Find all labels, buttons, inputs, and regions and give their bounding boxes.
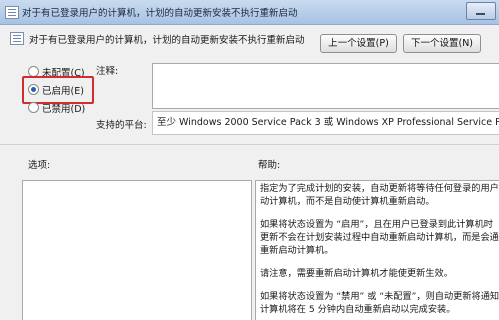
comment-label: 注释:	[96, 66, 119, 77]
help-line: 计算机将在 5 分钟内自动重新启动以完成安装。	[260, 304, 456, 315]
help-line: 请注意，需要重新启动计算机才能使更新生效。	[260, 268, 453, 279]
minimize-button[interactable]	[466, 2, 496, 20]
radio-circle[interactable]	[28, 102, 39, 113]
setting-name: 对于有已登录用户的计算机，计划的自动更新安装不执行重新启动	[29, 35, 305, 46]
help-line: 动计算机，而不是自动使计算机重新启动。	[260, 196, 435, 207]
policy-setting-icon	[10, 32, 24, 45]
help-paragraph: 请注意，需要重新启动计算机才能使更新生效。	[256, 267, 499, 280]
help-line: 如果将状态设置为 “启用”，且在用户已登录到此计算机时	[260, 219, 493, 230]
window-titlebar[interactable]: 对于有已登录用户的计算机，计划的自动更新安装不执行重新启动	[0, 0, 499, 25]
help-paragraph: 如果将状态设置为 “启用”，且在用户已登录到此计算机时 更新不会在计划安装过程中…	[256, 218, 499, 257]
divider	[0, 144, 499, 145]
help-line: 重新启动计算机。	[260, 245, 334, 256]
platform-label: 支持的平台:	[96, 120, 147, 131]
help-pane[interactable]: 指定为了完成计划的安装，自动更新将等待任何登录的用户重 动计算机，而不是自动使计…	[255, 180, 499, 320]
help-line: 指定为了完成计划的安装，自动更新将等待任何登录的用户重	[260, 183, 499, 194]
radio-label: 已禁用(D)	[42, 104, 86, 115]
previous-setting-button[interactable]: 上一个设置(P)	[320, 34, 397, 53]
help-line: 更新不会在计划安装过程中自动重新启动计算机，而是会通知	[260, 232, 499, 243]
help-label: 帮助:	[258, 160, 281, 171]
next-setting-button[interactable]: 下一个设置(N)	[403, 34, 481, 53]
help-paragraph: 如果将状态设置为 “禁用” 或 “未配置”，则自动更新将通知 计算机将在 5 分…	[256, 290, 499, 316]
options-label: 选项:	[28, 160, 51, 171]
options-pane[interactable]	[22, 180, 252, 320]
policy-icon	[5, 6, 19, 19]
supported-platform-field: 至少 Windows 2000 Service Pack 3 或 Windows…	[152, 111, 499, 135]
window-title: 对于有已登录用户的计算机，计划的自动更新安装不执行重新启动	[22, 8, 298, 19]
help-line: 如果将状态设置为 “禁用” 或 “未配置”，则自动更新将通知	[260, 291, 499, 302]
comment-textarea[interactable]	[152, 63, 499, 109]
highlight-box	[22, 76, 94, 104]
help-paragraph: 指定为了完成计划的安装，自动更新将等待任何登录的用户重 动计算机，而不是自动使计…	[256, 182, 499, 208]
